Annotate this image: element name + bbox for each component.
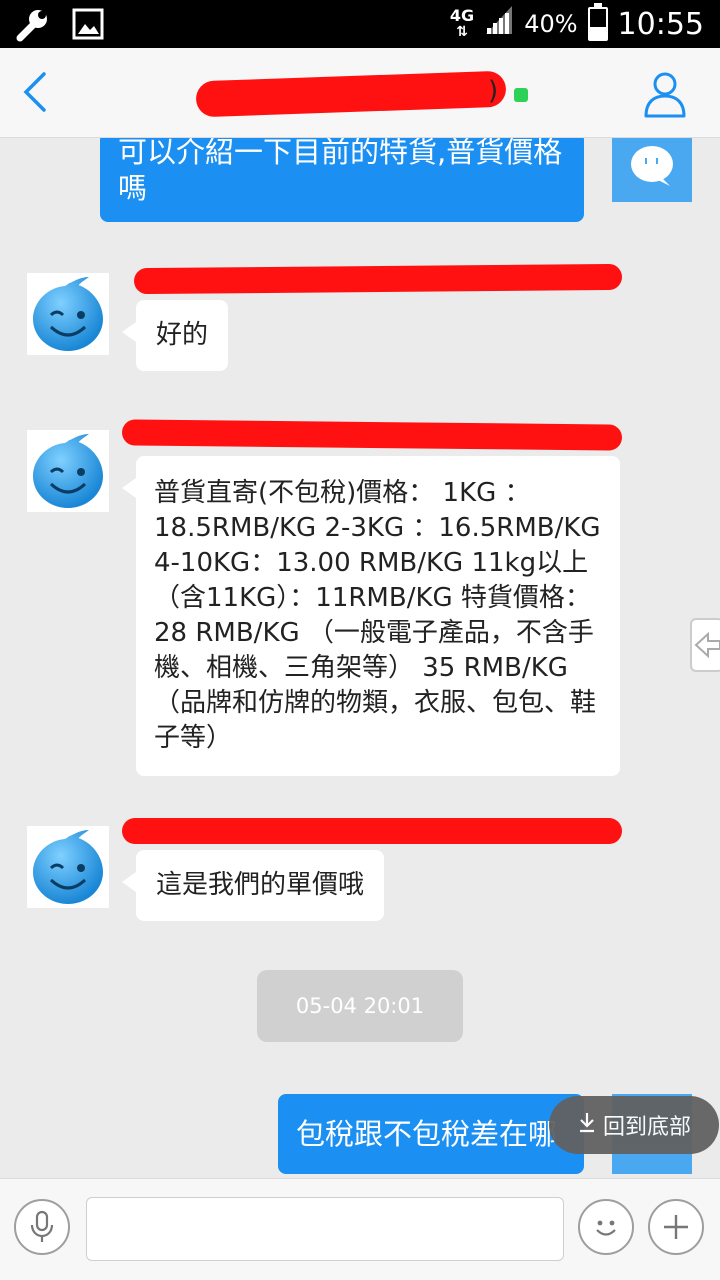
online-status-dot — [514, 88, 528, 102]
message-list[interactable]: 可以介紹一下目前的特貨,普貨價格嗎 好的 普貨直寄(不包稅)價格： 1KG ： … — [0, 138, 720, 1178]
status-bar: 4G ⇅ 40% 10:55 — [0, 0, 720, 48]
chevron-left-icon[interactable] — [18, 68, 58, 118]
composer — [0, 1178, 720, 1280]
user-icon[interactable] — [642, 70, 688, 118]
sender-name-redacted — [133, 263, 623, 295]
microphone-icon[interactable] — [14, 1199, 70, 1255]
message-bubble-incoming[interactable]: 普貨直寄(不包稅)價格： 1KG ： 18.5RMB/KG 2-3KG ：16.… — [122, 456, 620, 776]
chat-header: ) — [0, 48, 720, 138]
contact-avatar[interactable] — [27, 273, 109, 355]
contact-avatar[interactable] — [27, 430, 109, 512]
self-avatar[interactable] — [612, 138, 692, 202]
contact-name-redacted — [195, 70, 507, 118]
scroll-to-bottom-button[interactable]: 回到底部 — [549, 1096, 719, 1154]
network-indicator: 4G ⇅ — [449, 6, 475, 41]
message-bubble-incoming[interactable]: 這是我們的單價哦 — [121, 850, 385, 921]
signal-icon — [484, 4, 514, 44]
message-bubble-incoming[interactable]: 好的 — [121, 300, 229, 371]
message-bubble-outgoing[interactable]: 包稅跟不包稅差在哪 — [278, 1094, 584, 1174]
image-icon — [72, 8, 104, 46]
message-input[interactable] — [86, 1197, 564, 1261]
wrench-icon — [14, 8, 50, 46]
plus-icon[interactable] — [648, 1199, 704, 1255]
message-bubble-outgoing[interactable]: 可以介紹一下目前的特貨,普貨價格嗎 — [100, 138, 584, 222]
scroll-to-bottom-label: 回到底部 — [602, 1115, 691, 1140]
arrow-down-icon — [577, 1111, 597, 1139]
side-panel-handle[interactable] — [690, 618, 720, 672]
sender-name-redacted — [121, 419, 623, 451]
contact-name-suffix: ) — [488, 76, 499, 106]
sender-name-redacted — [122, 818, 622, 844]
timestamp-divider: 05-04 20:01 — [257, 970, 463, 1042]
contact-avatar[interactable] — [27, 826, 109, 908]
smiley-icon[interactable] — [578, 1199, 634, 1255]
battery-icon — [587, 3, 608, 41]
clock: 10:55 — [617, 6, 704, 42]
battery-percent: 40% — [524, 10, 578, 38]
